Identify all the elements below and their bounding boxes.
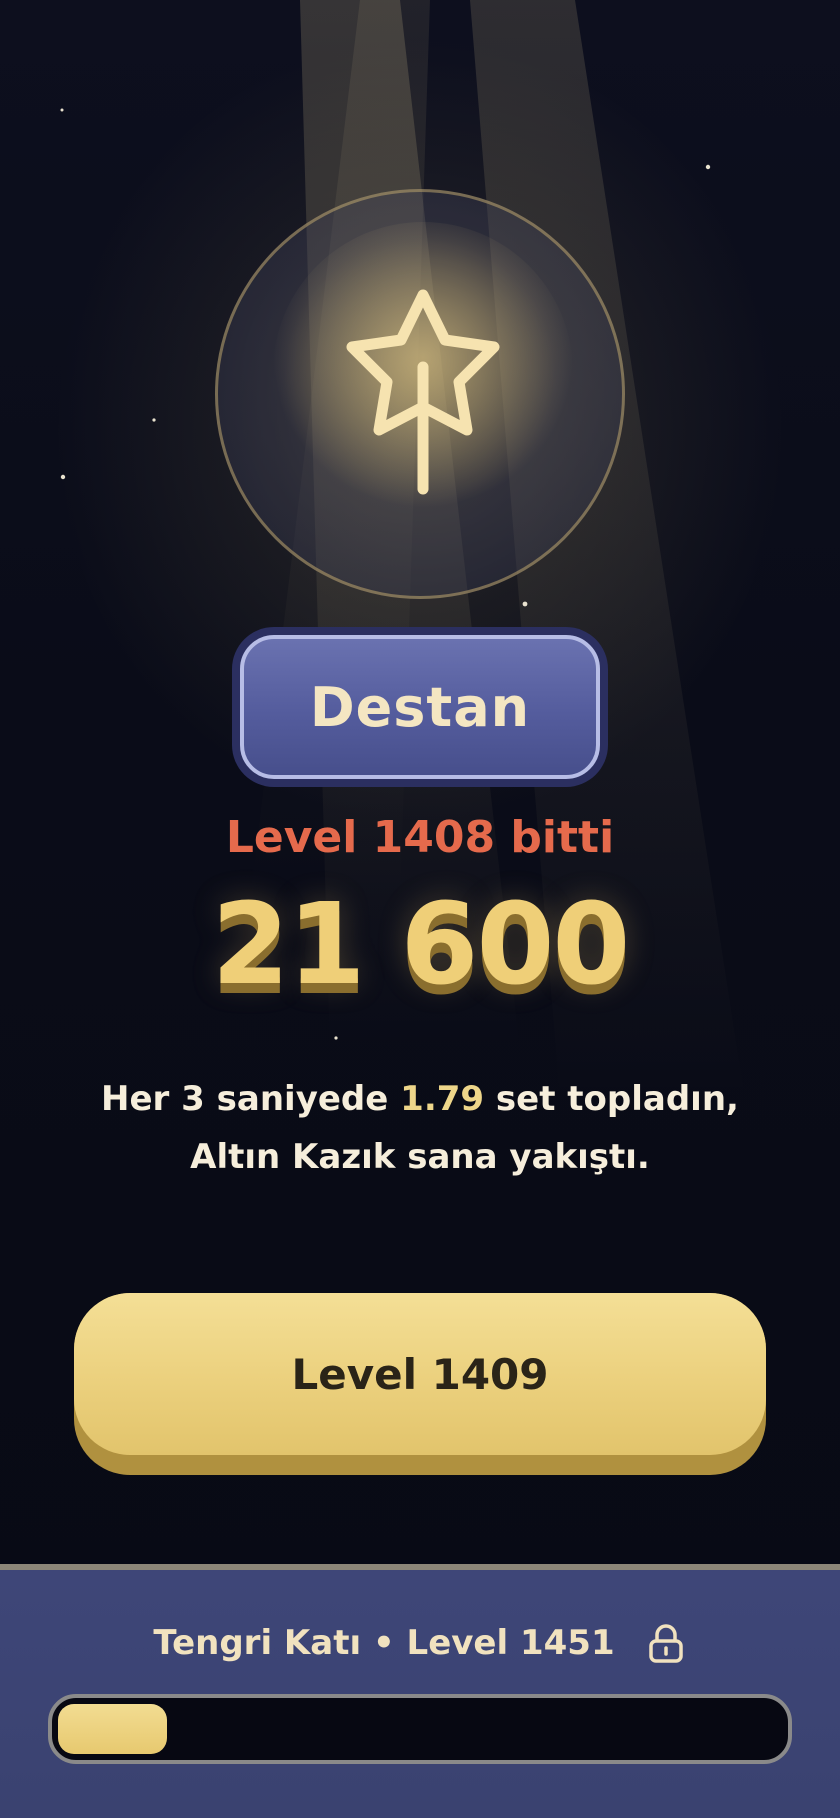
rank-label: Destan xyxy=(309,675,531,739)
message-highlight-value: 1.79 xyxy=(400,1079,485,1119)
message-prefix: Her 3 saniyede xyxy=(101,1079,401,1119)
rank-badge: Destan xyxy=(232,627,608,787)
next-level-button-face[interactable]: Level 1409 xyxy=(74,1293,766,1455)
unlock-progress-fill xyxy=(58,1704,167,1754)
rank-badge-face: Destan xyxy=(240,635,600,779)
unlock-progress-bar xyxy=(48,1694,792,1764)
star-wand-icon xyxy=(273,222,573,522)
message-line-2: Altın Kazık sana yakıştı. xyxy=(190,1137,650,1177)
result-message: Her 3 saniyede 1.79 set topladın, Altın … xyxy=(60,1070,780,1186)
score-value: 21 600 xyxy=(211,880,631,1010)
level-finished-text: Level 1408 bitti xyxy=(225,812,615,863)
lock-icon xyxy=(648,1624,683,1663)
rank-emblem xyxy=(215,189,625,599)
unlock-text: Tengri Katı • Level 1451 xyxy=(153,1623,615,1663)
unlock-title: Tengri Katı • Level 1451 xyxy=(0,1622,840,1664)
message-line-1: Her 3 saniyede 1.79 set topladın, xyxy=(60,1070,780,1128)
next-level-button[interactable]: Level 1409 xyxy=(74,1293,766,1475)
next-level-label: Level 1409 xyxy=(291,1349,549,1399)
message-suffix: set topladın, xyxy=(484,1079,739,1119)
unlock-footer: Tengri Katı • Level 1451 xyxy=(0,1564,840,1818)
